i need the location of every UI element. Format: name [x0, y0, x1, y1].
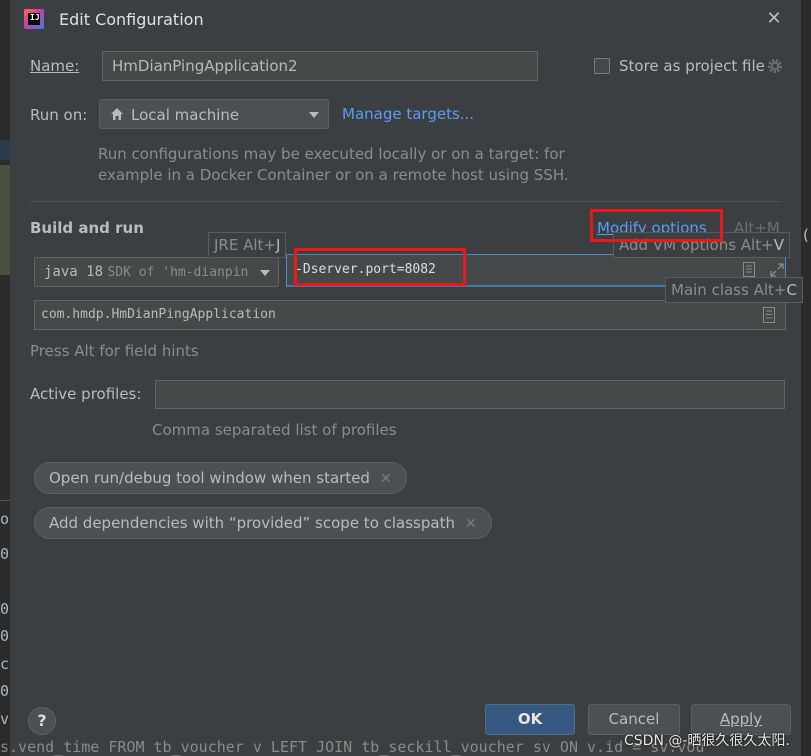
name-field-value: HmDianPingApplication2 — [112, 57, 298, 75]
run-on-hint-line: example in a Docker Container or on a re… — [98, 166, 569, 184]
chevron-down-icon — [309, 112, 319, 118]
option-chip[interactable]: Add dependencies with “provided” scope t… — [34, 507, 492, 539]
tooltip-key: C — [786, 281, 797, 299]
tooltip-text: Add VM options Alt+ — [619, 236, 774, 254]
store-as-project-file-label[interactable]: Store as project file — [619, 57, 765, 75]
run-on-label: Run on: — [30, 106, 88, 124]
tooltip-text: JRE Alt+ — [214, 236, 276, 254]
close-icon[interactable]: ✕ — [763, 8, 785, 30]
ide-code-char: v — [0, 710, 10, 728]
gear-icon[interactable] — [766, 57, 784, 75]
name-label: Name: — [30, 57, 79, 75]
help-button[interactable]: ? — [28, 707, 56, 735]
ide-background-highlight — [0, 140, 10, 160]
tooltip-text: Main class Alt+ — [671, 281, 787, 299]
main-class-value: com.hmdp.HmDianPingApplication — [41, 307, 276, 322]
jre-shortcut-tooltip: JRE Alt+J — [208, 232, 287, 258]
ide-code-char: 0 — [0, 545, 10, 563]
tooltip-key: J — [275, 236, 281, 254]
run-on-select[interactable]: Local machine — [99, 99, 329, 129]
ide-code-char: ( — [803, 226, 809, 244]
active-profiles-hint: Comma separated list of profiles — [152, 421, 397, 439]
home-icon — [111, 108, 123, 120]
ide-background-highlight — [0, 165, 10, 275]
ide-code-char: o — [0, 510, 10, 528]
build-and-run-heading: Build and run — [30, 219, 144, 237]
manage-targets-link[interactable]: Manage targets... — [342, 105, 474, 123]
apply-button-label: Apply — [719, 710, 763, 728]
vm-options-value: -Dserver.port=8082 — [295, 262, 436, 277]
dialog-title-bar[interactable]: IJ Edit Configuration ✕ — [10, 0, 802, 38]
option-chip-label: Open run/debug tool window when started — [49, 469, 370, 487]
option-chip-label: Add dependencies with “provided” scope t… — [49, 514, 455, 532]
document-icon[interactable] — [763, 307, 775, 323]
ide-code-char: 0 — [0, 600, 10, 618]
name-field[interactable]: HmDianPingApplication2 — [102, 51, 538, 81]
ide-code-char: c — [0, 655, 10, 673]
ok-button[interactable]: OK — [485, 704, 575, 735]
jre-version: java 18 — [44, 264, 104, 280]
chevron-down-icon — [260, 270, 270, 276]
jre-select[interactable]: java 18 SDK of 'hm-dianpin — [34, 257, 279, 287]
csdn-watermark: CSDN @-晒很久很久太阳. — [624, 733, 790, 749]
name-label-text: Name: — [30, 57, 80, 75]
option-chip[interactable]: Open run/debug tool window when started ✕ — [34, 462, 407, 494]
field-hints-text: Press Alt for field hints — [30, 342, 199, 360]
jre-sdk-label: SDK of 'hm-dianpin — [107, 265, 249, 280]
ide-code-line: s.vend_time FROM tb_voucher v LEFT JOIN … — [0, 738, 705, 756]
intellij-app-icon: IJ — [24, 9, 44, 29]
section-divider — [30, 201, 782, 202]
run-on-hint-line: Run configurations may be executed local… — [98, 145, 565, 163]
edit-configuration-dialog: IJ Edit Configuration ✕ Name: HmDianPing… — [10, 0, 809, 756]
main-class-field[interactable]: com.hmdp.HmDianPingApplication — [34, 300, 786, 330]
active-profiles-input[interactable] — [155, 380, 785, 409]
main-class-shortcut-tooltip: Main class Alt+C — [665, 277, 803, 303]
run-on-value: Local machine — [131, 106, 240, 124]
dialog-title: Edit Configuration — [59, 10, 204, 29]
expand-icon[interactable] — [769, 262, 785, 278]
ide-code-char: 0 — [0, 682, 10, 700]
document-icon[interactable] — [743, 262, 755, 277]
active-profiles-label: Active profiles: — [30, 385, 142, 403]
remove-chip-icon[interactable]: ✕ — [380, 464, 392, 494]
jre-value: java 18 SDK of 'hm-dianpin — [44, 264, 248, 280]
store-as-project-file-checkbox[interactable] — [594, 58, 610, 74]
app-icon-text: IJ — [30, 13, 40, 22]
run-on-hint: Run configurations may be executed local… — [98, 144, 578, 186]
vm-options-shortcut-tooltip: Add VM options Alt+V — [613, 232, 790, 258]
ide-background-divider — [0, 500, 10, 501]
ide-code-char: 0 — [0, 627, 10, 645]
tooltip-key: V — [773, 236, 784, 254]
remove-chip-icon[interactable]: ✕ — [465, 509, 477, 539]
